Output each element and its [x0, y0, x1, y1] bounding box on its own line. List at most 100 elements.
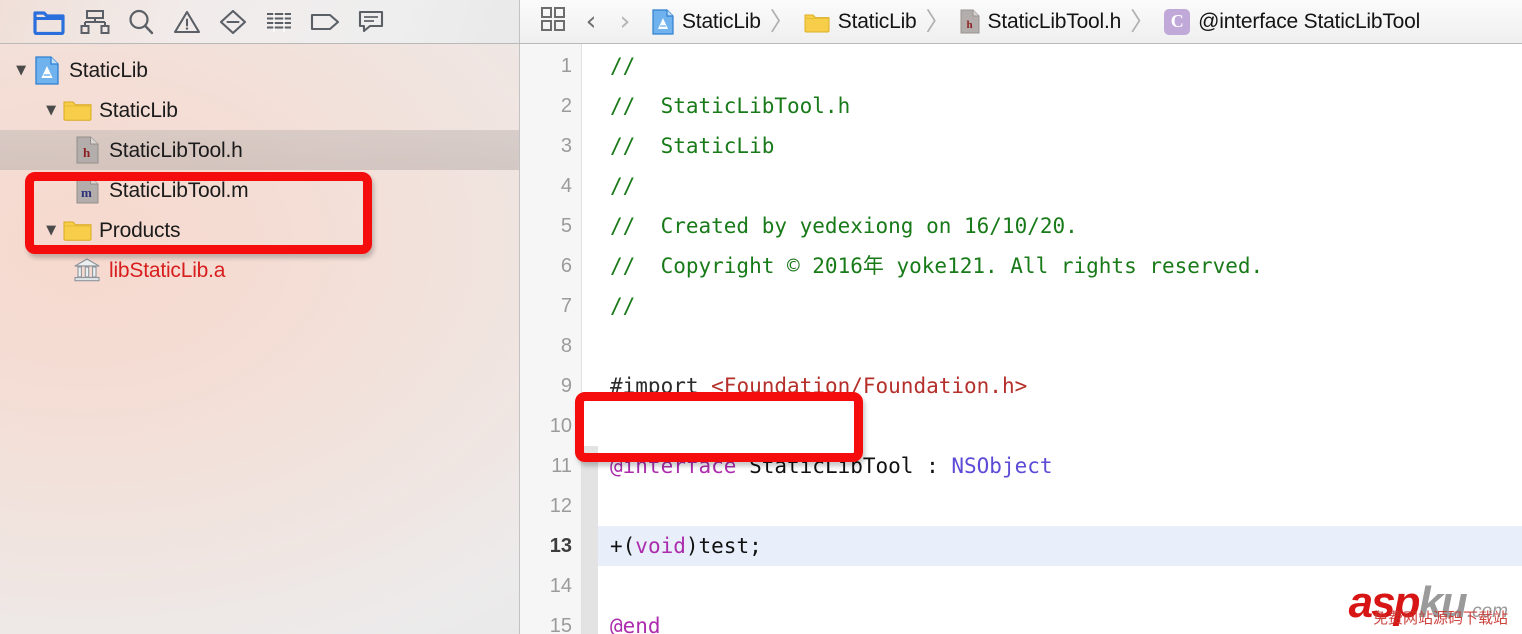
line-number: 11	[520, 446, 581, 486]
breadcrumb-label: @interface StaticLibTool	[1198, 10, 1420, 34]
related-items-button[interactable]	[532, 6, 574, 37]
xcode-project-icon	[32, 56, 62, 85]
code-token: //	[610, 54, 635, 78]
tree-row-group[interactable]: ▼ StaticLib	[0, 90, 519, 130]
forward-button[interactable]: ›	[608, 8, 642, 35]
line-number: 4	[520, 166, 581, 206]
line-number: 3	[520, 126, 581, 166]
jump-bar: ‹ › StaticLib 〉	[520, 0, 1522, 43]
code-line-13[interactable]: +(void)test;	[598, 526, 1522, 566]
line-number: 9	[520, 366, 581, 406]
line-number: 8	[520, 326, 581, 366]
line-number: 7	[520, 286, 581, 326]
tree-row-libstaticlib-a[interactable]: libStaticLib.a	[0, 250, 519, 290]
code-token: // Created by yedexiong on 16/10/20.	[610, 214, 1078, 238]
navigator-tab-report[interactable]	[256, 7, 302, 37]
library-icon	[72, 257, 102, 283]
tree-row-label: StaticLib	[99, 100, 178, 121]
code-line-12[interactable]	[598, 486, 1522, 526]
grid-icon	[540, 6, 566, 37]
line-number: 15	[520, 606, 581, 634]
no-entry-diamond-icon	[218, 8, 248, 36]
tree-row-staticlibtool-h[interactable]: h StaticLibTool.h	[0, 130, 519, 170]
breadcrumb-item-folder[interactable]: StaticLib	[804, 10, 917, 34]
breadcrumb-item-file[interactable]: h StaticLibTool.h	[960, 9, 1122, 34]
xcode-window: ‹ › StaticLib 〉	[0, 0, 1522, 634]
code-line-10[interactable]	[598, 406, 1522, 446]
code-line-4[interactable]: //	[598, 166, 1522, 206]
breadcrumb-label: StaticLib	[838, 10, 917, 34]
disclosure-triangle-icon[interactable]: ▼	[10, 63, 32, 78]
folder-icon	[33, 9, 65, 35]
code-line-9[interactable]: #import <Foundation/Foundation.h>	[598, 366, 1522, 406]
navigator-tab-project[interactable]	[26, 7, 72, 37]
navigator-tab-issue[interactable]	[164, 7, 210, 37]
project-navigator[interactable]: ▼ StaticLib ▼	[0, 44, 520, 634]
navigator-tab-symbol[interactable]	[72, 7, 118, 37]
svg-text:h: h	[966, 19, 972, 31]
code-token: // StaticLibTool.h	[610, 94, 850, 118]
breadcrumb-label: StaticLibTool.h	[988, 10, 1122, 34]
code-token: //	[610, 294, 635, 318]
disclosure-triangle-icon[interactable]: ▼	[40, 223, 62, 238]
code-text-area[interactable]: // // StaticLibTool.h // StaticLib // //…	[598, 44, 1522, 634]
code-token: // StaticLib	[610, 134, 774, 158]
class-badge-icon: C	[1164, 9, 1190, 35]
navigator-tab-find[interactable]	[118, 7, 164, 37]
tree-row-project[interactable]: ▼ StaticLib	[0, 50, 519, 90]
tree-row-products[interactable]: ▼ Products	[0, 210, 519, 250]
line-number: 1	[520, 46, 581, 86]
svg-text:m: m	[81, 185, 92, 200]
code-line-1[interactable]: //	[598, 46, 1522, 86]
tree-row-label: libStaticLib.a	[109, 260, 225, 281]
navigator-tab-test[interactable]	[210, 7, 256, 37]
main-area: ▼ StaticLib ▼	[0, 44, 1522, 634]
comment-bubble-icon	[357, 9, 385, 35]
line-number-gutter: 1 2 3 4 5 6 7 8 9 10 11 12 13 14 15 16	[520, 44, 582, 634]
m-file-icon: m	[72, 176, 102, 204]
code-token: void	[635, 534, 686, 558]
navigator-tab-breakpoint[interactable]	[302, 7, 348, 37]
code-line-15[interactable]: @end	[598, 606, 1522, 634]
breadcrumb-separator: 〉	[1121, 9, 1164, 34]
code-line-8[interactable]	[598, 326, 1522, 366]
code-line-3[interactable]: // StaticLib	[598, 126, 1522, 166]
fold-range-interface[interactable]	[582, 446, 598, 634]
disclosure-triangle-icon[interactable]: ▼	[40, 103, 62, 118]
breadcrumb-item-symbol[interactable]: C @interface StaticLibTool	[1164, 9, 1420, 35]
code-line-2[interactable]: // StaticLibTool.h	[598, 86, 1522, 126]
tree-row-label: StaticLibTool.m	[109, 180, 248, 201]
code-token: )test;	[686, 534, 762, 558]
tree-row-staticlibtool-m[interactable]: m StaticLibTool.m	[0, 170, 519, 210]
tree-row-label: Products	[99, 220, 180, 241]
line-number: 5	[520, 206, 581, 246]
code-token: #import	[610, 374, 711, 398]
code-token: @end	[610, 614, 661, 634]
navigator-tab-debug[interactable]	[348, 7, 394, 37]
code-line-7[interactable]: //	[598, 286, 1522, 326]
breadcrumb-item-project[interactable]: StaticLib	[652, 9, 761, 35]
tag-icon	[309, 11, 341, 33]
breadcrumb-label: StaticLib	[682, 10, 761, 34]
code-token: //	[610, 174, 635, 198]
code-line-6[interactable]: // Copyright © 2016年 yoke121. All rights…	[598, 246, 1522, 286]
xcode-project-icon	[652, 9, 674, 35]
folder-icon	[804, 12, 830, 32]
code-token: // Copyright © 2016年 yoke121. All rights…	[610, 254, 1263, 278]
navigator-icon-bar	[0, 0, 520, 43]
tree-row-label: StaticLibTool.h	[109, 140, 243, 161]
folder-icon	[62, 99, 92, 122]
toolbar: ‹ › StaticLib 〉	[0, 0, 1522, 44]
code-line-14[interactable]	[598, 566, 1522, 606]
search-icon	[127, 8, 155, 36]
code-line-11[interactable]: @interface StaticLibTool : NSObject	[598, 446, 1522, 486]
hierarchy-icon	[80, 9, 110, 35]
code-token: <Foundation/Foundation.h>	[711, 374, 1027, 398]
source-editor[interactable]: 1 2 3 4 5 6 7 8 9 10 11 12 13 14 15 16	[520, 44, 1522, 634]
project-tree: ▼ StaticLib ▼	[0, 44, 519, 290]
warning-triangle-icon	[173, 9, 201, 35]
code-folding-ribbon[interactable]	[582, 44, 598, 634]
code-line-5[interactable]: // Created by yedexiong on 16/10/20.	[598, 206, 1522, 246]
back-button[interactable]: ‹	[574, 8, 608, 35]
folder-icon	[62, 219, 92, 242]
